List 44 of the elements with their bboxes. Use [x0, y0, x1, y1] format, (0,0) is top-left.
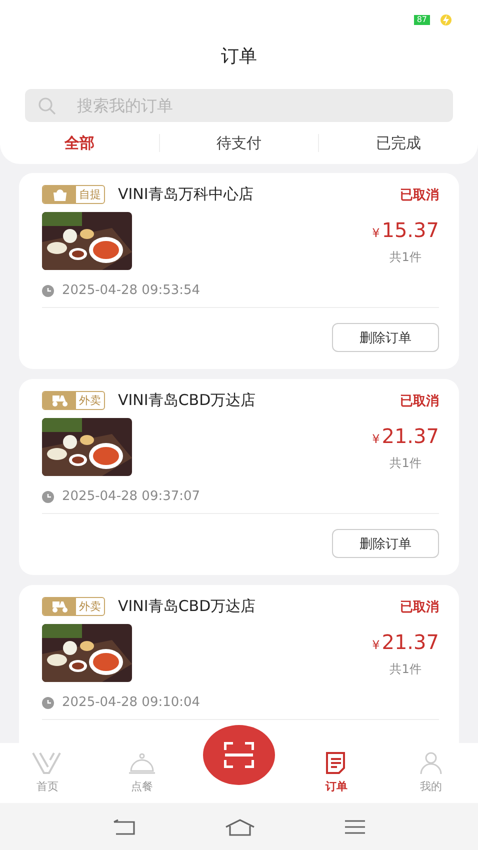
item-count: 共1件	[390, 249, 422, 266]
order-status: 已取消	[400, 186, 439, 204]
filter-tab[interactable]: 已完成	[319, 128, 478, 158]
scooter-icon	[50, 394, 68, 407]
clock-icon	[42, 490, 54, 502]
battery-level: 87	[414, 15, 430, 25]
order-card[interactable]: 自提 VINI青岛万科中心店 已取消 ¥15.37 共1件 2025-04-28 09:53:54 删除订单	[19, 173, 459, 369]
bag-icon	[52, 188, 68, 200]
clock-icon	[42, 696, 54, 708]
order-card[interactable]: 外卖 VINI青岛CBD万达店 已取消 ¥21.37 共1件 2025-04-28 09:10:04	[19, 585, 459, 743]
store-name: VINI青岛CBD万达店	[118, 391, 257, 410]
delete-order-button[interactable]: 删除订单	[332, 323, 439, 352]
document-icon	[325, 751, 348, 775]
order-time: 2025-04-28 09:53:54	[62, 283, 200, 298]
order-price: ¥15.37	[372, 218, 439, 242]
store-name: VINI青岛万科中心店	[118, 185, 254, 204]
order-card[interactable]: 外卖 VINI青岛CBD万达店 已取消 ¥21.37 共1件 2025-04-28 09:37:07 删除订单	[19, 379, 459, 575]
cloche-icon	[128, 753, 156, 775]
item-count: 共1件	[390, 455, 422, 472]
filter-tab[interactable]: 待支付	[160, 128, 318, 158]
clock-icon	[42, 284, 54, 296]
menu-icon[interactable]	[344, 818, 366, 834]
order-type-badge: 自提	[42, 185, 105, 204]
order-status: 已取消	[400, 598, 439, 616]
charging-icon	[440, 14, 452, 26]
home-icon[interactable]	[224, 818, 256, 836]
scan-icon	[224, 742, 254, 768]
filter-tab[interactable]: 全部	[0, 128, 159, 158]
back-icon[interactable]	[112, 818, 136, 834]
order-time: 2025-04-28 09:37:07	[62, 489, 200, 504]
scooter-icon	[50, 600, 68, 613]
page-title: 订单	[220, 45, 258, 69]
order-type-badge: 外卖	[42, 391, 105, 410]
order-price: ¥21.37	[372, 630, 439, 654]
order-status: 已取消	[400, 392, 439, 410]
order-time: 2025-04-28 09:10:04	[62, 695, 200, 710]
logo-icon	[32, 751, 62, 775]
nav-tab[interactable]: 订单	[289, 751, 384, 794]
item-count: 共1件	[390, 661, 422, 678]
delete-order-button[interactable]: 删除订单	[332, 529, 439, 558]
person-icon	[420, 751, 442, 775]
store-name: VINI青岛CBD万达店	[118, 597, 257, 616]
order-type-badge: 外卖	[42, 597, 105, 616]
order-price: ¥21.37	[372, 424, 439, 448]
